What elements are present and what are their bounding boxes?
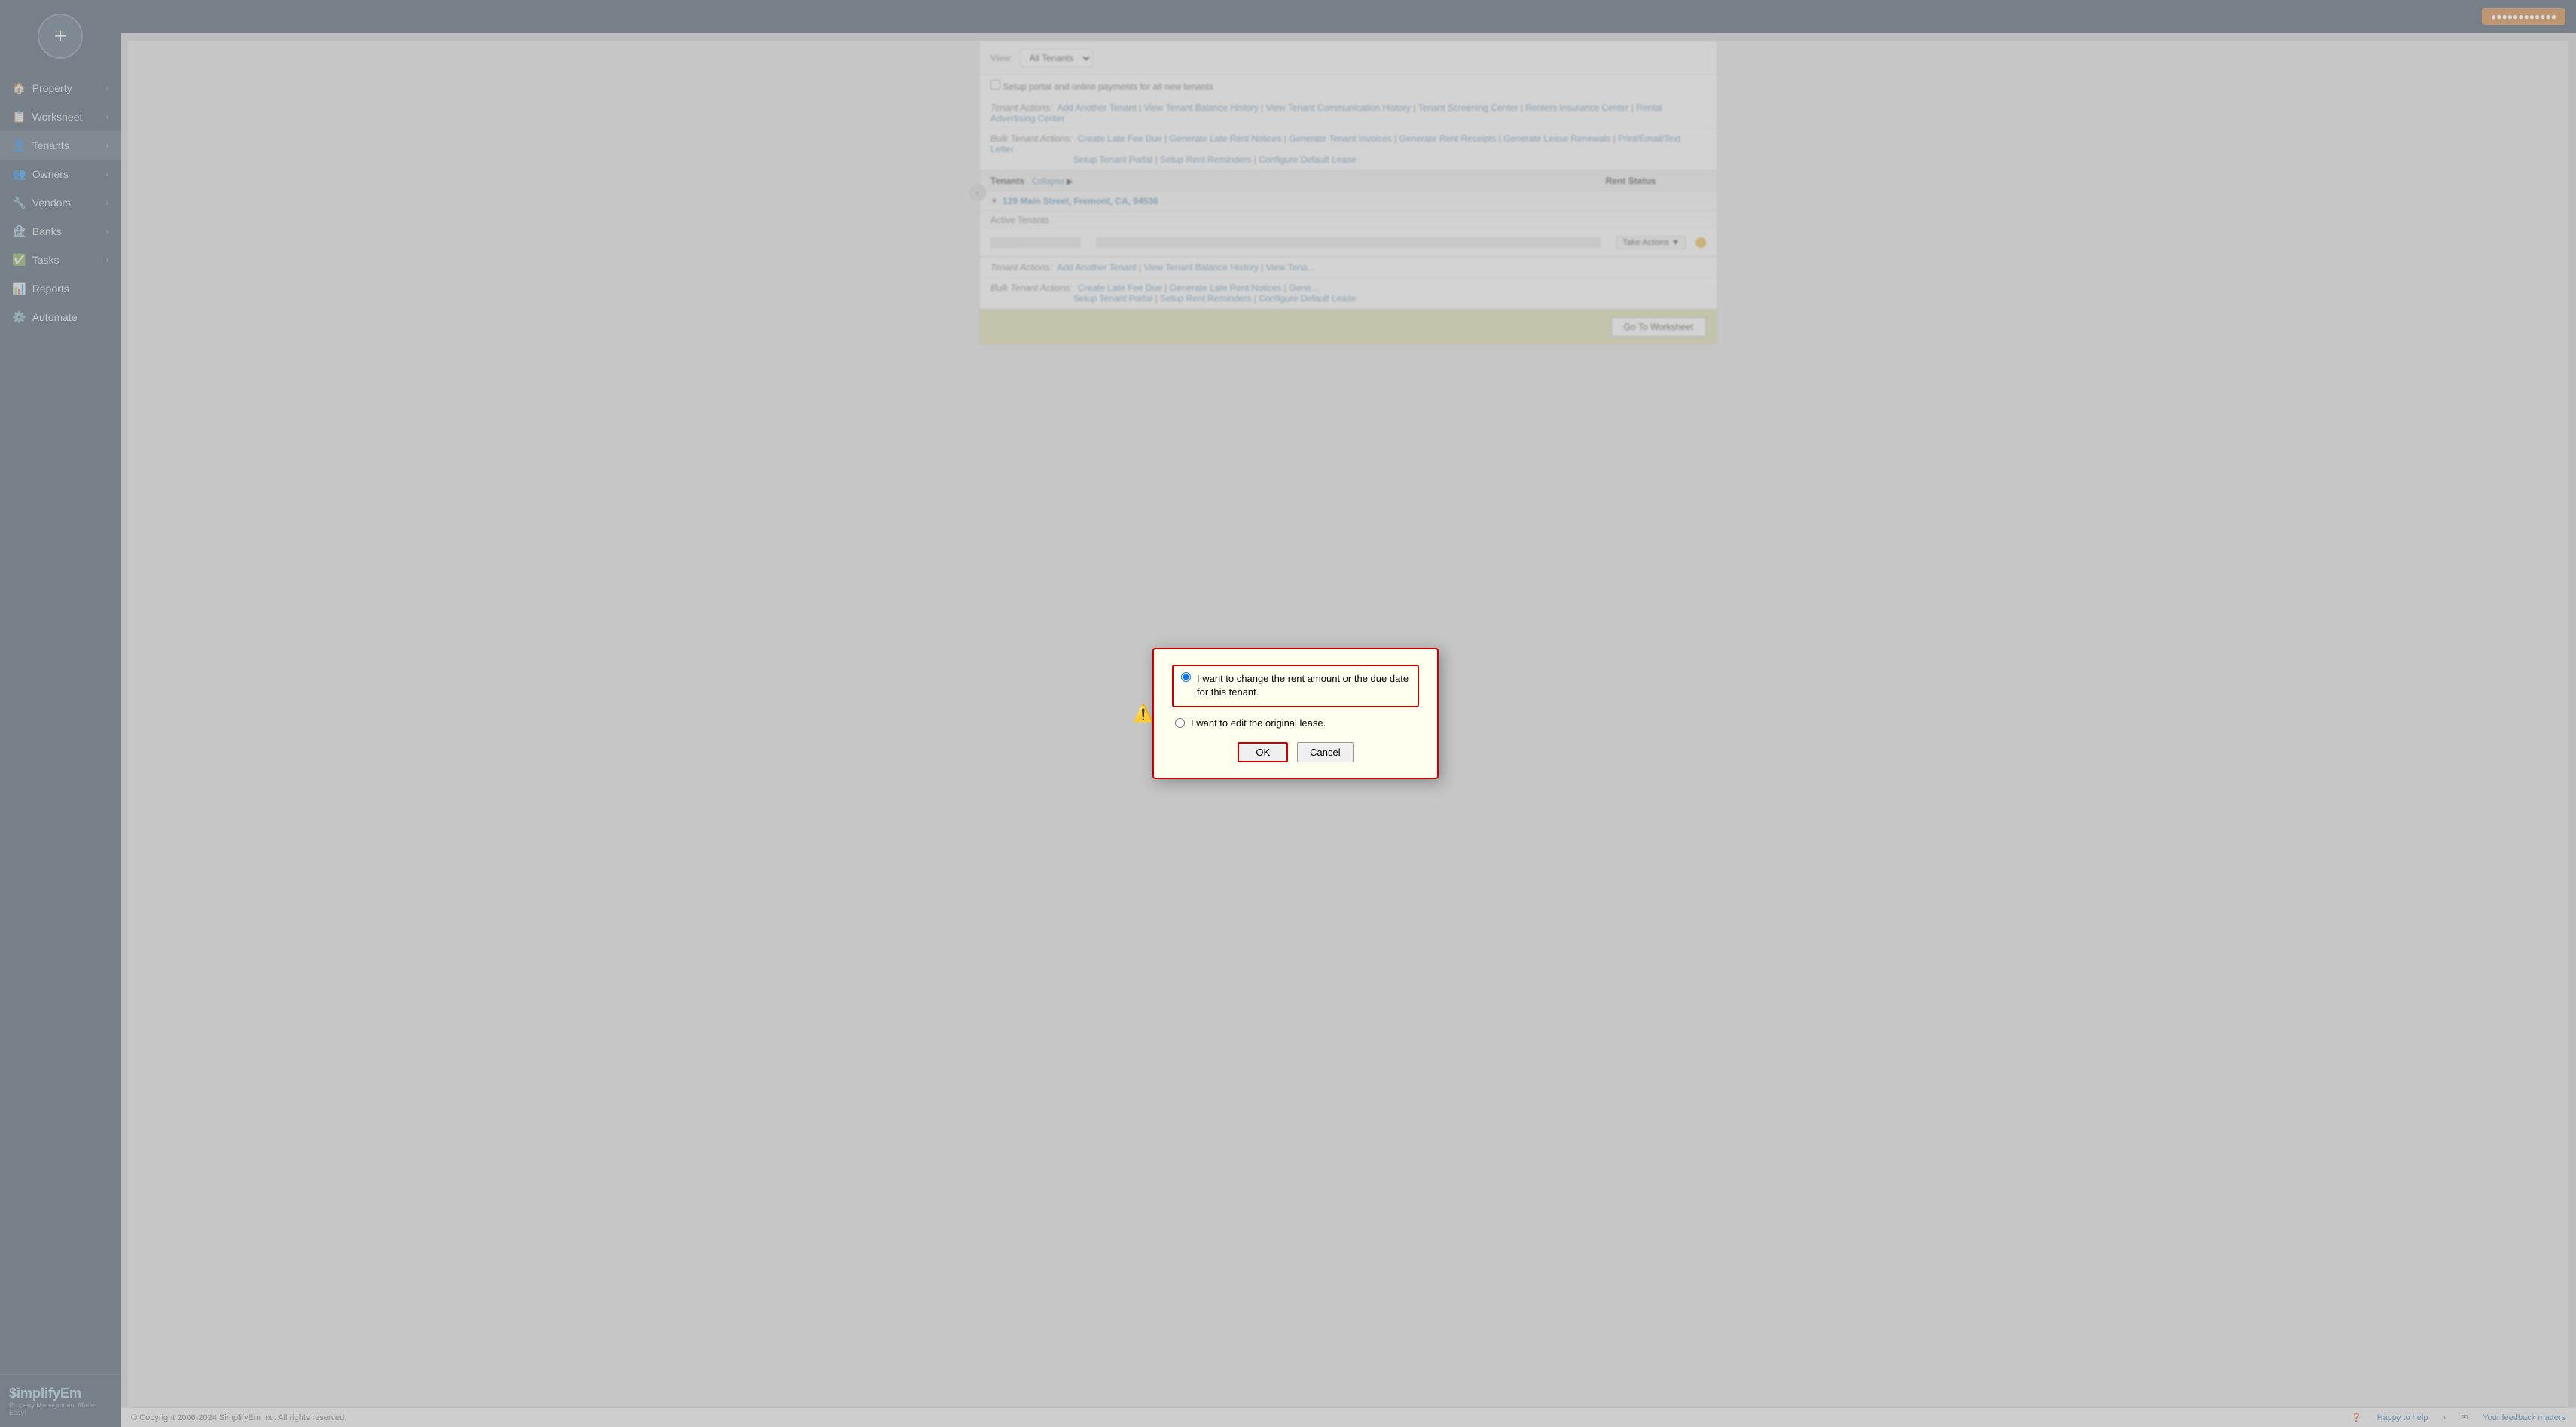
dialog-option-1-box: I want to change the rent amount or the … [1172,665,1419,707]
warning-icon: ⚠️ [1133,704,1153,723]
dialog-radio-2[interactable] [1175,718,1185,728]
dialog-ok-button[interactable]: OK [1238,742,1288,762]
dialog-cancel-button[interactable]: Cancel [1297,742,1353,762]
dialog-option-2-label: I want to edit the original lease. [1191,717,1326,730]
dialog: ⚠️ I want to change the rent amount or t… [1152,648,1439,779]
dialog-radio-1[interactable] [1181,672,1191,682]
dialog-buttons: OK Cancel [1172,742,1419,762]
dialog-option-1-label: I want to change the rent amount or the … [1197,672,1410,699]
dialog-option-2: I want to edit the original lease. [1175,717,1419,730]
modal-backdrop: ⚠️ I want to change the rent amount or t… [0,0,2576,1427]
